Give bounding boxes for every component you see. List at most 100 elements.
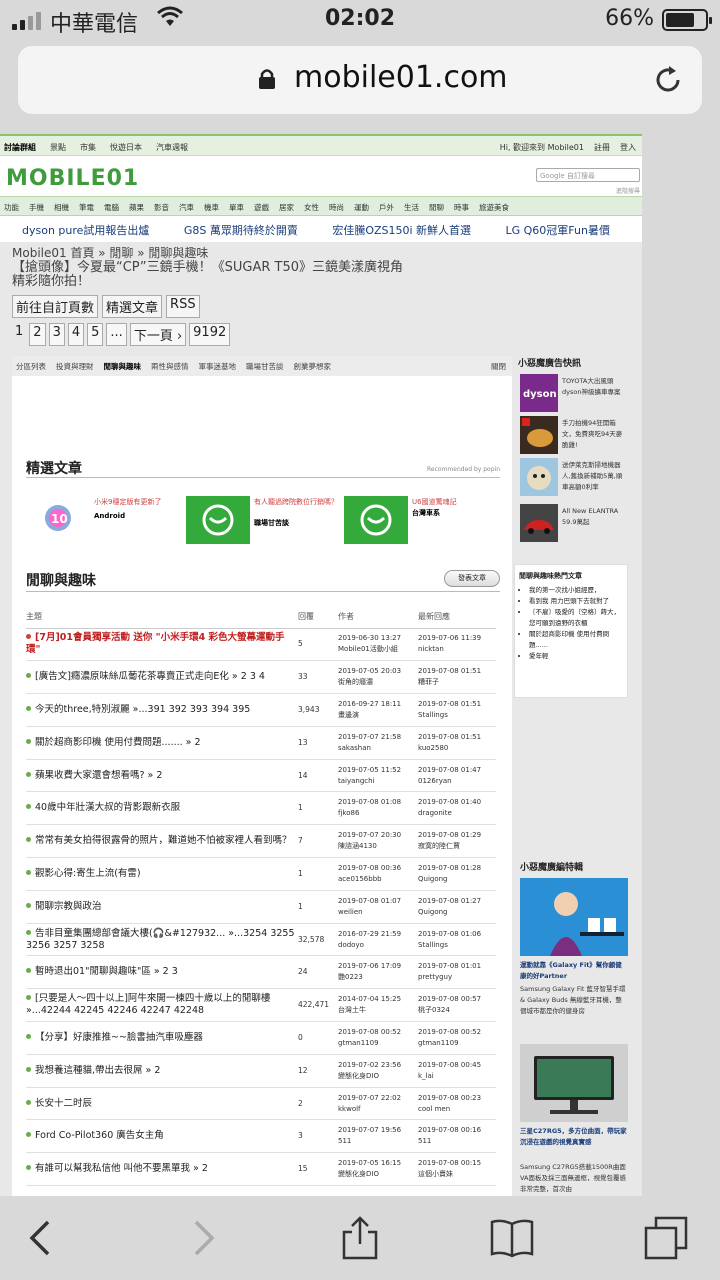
latest-user[interactable]: nicktan <box>418 644 496 655</box>
table-row[interactable]: 觀影心得:寄生上流(有雷) 1 2019-07-08 00:36 ace0156bbb… <box>26 857 496 891</box>
ad-item[interactable]: 手刀拍機94狂開箱文，免費爽吃94天麥脆雞! <box>520 416 628 456</box>
category-item[interactable]: 戶外 <box>379 202 394 215</box>
author-name[interactable]: weilien <box>338 907 418 918</box>
mobile01-logo[interactable]: MOBILE01 <box>6 162 156 190</box>
thread-topic[interactable]: 閒聊宗教與政治 <box>26 890 298 924</box>
table-row[interactable]: 今天的three,特別淑麗 »...391 392 393 394 395 3,9… <box>26 693 496 727</box>
latest-user[interactable]: cool men <box>418 1104 496 1115</box>
top-nav-item[interactable]: 討論群組 <box>4 142 36 153</box>
table-row[interactable]: 有誰可以幫我私信他 叫他不要黑單我 » 2 15 2019-07-05 16:15 變… <box>26 1152 496 1187</box>
thread-title[interactable]: 告非目童集團總部會議大樓(🎧&#127932... »...3254 3255 … <box>26 928 295 951</box>
thread-topic[interactable]: [只要是人〜四十以上]阿牛來開一棟四十歲以上的閒聊樓 »...42244 422… <box>26 988 298 1023</box>
special-title[interactable]: 運動就靠《Galaxy Fit》幫你顧健康的好Partner <box>520 960 628 982</box>
featured-item[interactable]: 10 小米9穩定版有更新了 Android <box>26 496 186 546</box>
author-name[interactable]: gtman1109 <box>338 1038 418 1049</box>
thread-title[interactable]: 暫時退出01"閒聊與趣味"區 » 2 3 <box>35 966 178 977</box>
thread-title[interactable]: 常常有美女拍得很露骨的照片，難道她不怕被家裡人看到嗎？ <box>35 835 292 846</box>
table-row[interactable]: 长安十二时辰 2 2019-07-07 22:02 kkwolf 2019-07-08 … <box>26 1087 496 1121</box>
top-nav-item[interactable]: 景點 <box>50 142 66 153</box>
thread-topic[interactable]: Ford Co-Pilot360 廣告女主角 <box>26 1119 298 1154</box>
latest-user[interactable]: 寂寞的陸仁賈 <box>418 841 496 852</box>
author-name[interactable]: 畫邊演 <box>338 710 418 721</box>
table-row[interactable]: [7月]01會員獨享活動 送你 "小米手環4 彩色大螢幕運動手環" 5 2019-0… <box>26 628 496 662</box>
thread-topic[interactable]: 蘋果收費大家還會想看嗎? » 2 <box>26 759 298 793</box>
thread-topic[interactable]: 【分享】好康推推~~臉書抽汽車吸塵器 <box>26 1021 298 1055</box>
thread-title[interactable]: [7月]01會員獨享活動 送你 "小米手環4 彩色大螢幕運動手環" <box>26 632 285 655</box>
page-link[interactable]: 2 <box>29 323 46 346</box>
promo-link[interactable]: LG Q60冠軍Fun暑價 <box>506 222 610 242</box>
web-page[interactable]: 討論群組 景點 市集 悅遊日本 汽車週報 Hi, 歡迎來到 Mobile01 註… <box>0 126 720 1196</box>
hot-topic-link[interactable]: 〔不雇〕吸愛的〔空格〕蒔大，您可願到遠野的衣櫃 <box>529 607 623 629</box>
galaxy-fit-ad-image[interactable] <box>520 878 628 956</box>
tab-relationship[interactable]: 兩性與感情 <box>151 361 189 376</box>
tabs-icon[interactable] <box>644 1216 688 1260</box>
category-item[interactable]: 旅遊美食 <box>479 202 509 215</box>
latest-user[interactable]: 桃子0324 <box>418 1005 496 1016</box>
category-item[interactable]: 遊戲 <box>254 202 269 215</box>
featured-item[interactable]: 有人聽過跨院數位行銷嗎？ 職場甘苦談 <box>186 496 346 546</box>
thread-topic[interactable]: 關於超商影印機 使用付費問題....... » 2 <box>26 726 298 760</box>
thread-title[interactable]: [只要是人〜四十以上]阿牛來開一棟四十歲以上的閒聊樓 »...42244 422… <box>26 993 270 1016</box>
table-row[interactable]: 關於超商影印機 使用付費問題....... » 2 13 2019-07-07 21… <box>26 726 496 760</box>
category-item[interactable]: 影音 <box>154 202 169 215</box>
latest-user[interactable]: 糟菲子 <box>418 677 496 688</box>
forward-icon[interactable] <box>180 1216 224 1260</box>
author-name[interactable]: fjko86 <box>338 808 418 819</box>
top-nav-item[interactable]: 悅遊日本 <box>110 142 142 153</box>
author-name[interactable]: kkwolf <box>338 1104 418 1115</box>
thread-title[interactable]: 40歲中年壯漢大叔的背影跟新衣服 <box>35 802 180 813</box>
category-item[interactable]: 女性 <box>304 202 319 215</box>
page-link[interactable]: 4 <box>67 323 85 346</box>
category-item[interactable]: 機車 <box>204 202 219 215</box>
search-input[interactable]: Google 自訂搜尋 <box>536 168 640 182</box>
author-name[interactable]: ace0156bbb <box>338 874 418 885</box>
thread-topic[interactable]: 告非目童集團總部會議大樓(🎧&#127932... »...3254 3255 … <box>26 923 298 957</box>
thread-title[interactable]: 长安十二时辰 <box>35 1098 92 1109</box>
notice-banner[interactable]: 【搶頭像】今夏最“CP”三鏡手機！《SUGAR T50》三鏡美漾廣視角 精彩隨你… <box>0 261 642 289</box>
latest-user[interactable]: gtman1109 <box>418 1038 496 1049</box>
table-row[interactable]: 常常有美女拍得很露骨的照片，難道她不怕被家裡人看到嗎？ 7 2019-07-07 2… <box>26 824 496 859</box>
hot-topic-link[interactable]: 愛年輕 <box>529 651 623 662</box>
latest-user[interactable]: Stallings <box>418 940 496 951</box>
hot-topic-link[interactable]: 看到我 用力巴頭下去就對了 <box>529 596 623 607</box>
ad-item[interactable]: All New ELANTRA 59.9萬起 <box>520 504 628 544</box>
promo-link[interactable]: dyson pure試用報告出爐 <box>22 222 149 242</box>
thread-topic[interactable]: 暫時退出01"閒聊與趣味"區 » 2 3 <box>26 955 298 990</box>
thread-title[interactable]: 閒聊宗教與政治 <box>35 901 102 912</box>
promo-link[interactable]: 宏佳騰OZS150i 新鮮人首選 <box>332 222 471 242</box>
back-icon[interactable] <box>20 1216 64 1260</box>
latest-user[interactable]: 這個小賣妹 <box>418 1169 496 1180</box>
page-link[interactable]: 5 <box>87 323 104 346</box>
thread-title[interactable]: [廣告文]癮濃原味絲瓜葡花茶專賣正式走向E化 » 2 3 4 <box>35 671 265 682</box>
tab-investment[interactable]: 投資與理財 <box>56 361 94 376</box>
tab-workplace[interactable]: 職場甘苦談 <box>246 361 284 376</box>
last-page-link[interactable]: 9192 <box>189 323 231 346</box>
category-item[interactable]: 功能 <box>4 202 19 215</box>
author-name[interactable]: 台灣土牛 <box>338 1005 418 1016</box>
category-item[interactable]: 手機 <box>29 202 44 215</box>
featured-button[interactable]: 精選文章 <box>102 295 163 318</box>
reload-icon[interactable] <box>652 64 684 96</box>
author-name[interactable]: taiyangchi <box>338 776 418 787</box>
latest-user[interactable]: Quigong <box>418 907 496 918</box>
author-name[interactable]: 陳諮涵4130 <box>338 841 418 852</box>
hot-topic-link[interactable]: 我的第一次找小姐經歷， <box>529 585 623 596</box>
table-row[interactable]: 【分享】好康推推~~臉書抽汽車吸塵器 0 2019-07-08 00:52 gtman… <box>26 1021 496 1055</box>
thread-title[interactable]: Ford Co-Pilot360 廣告女主角 <box>35 1130 164 1141</box>
ad-item[interactable]: dyson TOYOTA大出風頭dyson神級擴車專案 <box>520 374 628 414</box>
thread-title[interactable]: 觀影心得:寄生上流(有雷) <box>35 868 141 879</box>
rss-button[interactable]: RSS <box>166 295 200 318</box>
thread-topic[interactable]: 40歲中年壯漢大叔的背影跟新衣服 <box>26 791 298 826</box>
table-row[interactable]: 暫時退出01"閒聊與趣味"區 » 2 3 24 2019-07-06 17:09 艷0… <box>26 955 496 990</box>
latest-user[interactable]: 511 <box>418 1136 496 1147</box>
promo-link[interactable]: G8S 萬眾期待終於開賣 <box>184 222 298 242</box>
category-item[interactable]: 閒聊 <box>429 202 444 215</box>
category-item[interactable]: 時事 <box>454 202 469 215</box>
category-item[interactable]: 生活 <box>404 202 419 215</box>
breadcrumb[interactable]: Mobile01 首頁 » 閒聊 » 閒聊與趣味 <box>0 242 642 261</box>
latest-user[interactable]: k_lai <box>418 1071 496 1082</box>
thread-topic[interactable]: 长安十二时辰 <box>26 1087 298 1121</box>
thread-title[interactable]: 關於超商影印機 使用付費問題....... » 2 <box>35 737 201 748</box>
latest-user[interactable]: Stallings <box>418 710 496 721</box>
latest-user[interactable]: Quigong <box>418 874 496 885</box>
